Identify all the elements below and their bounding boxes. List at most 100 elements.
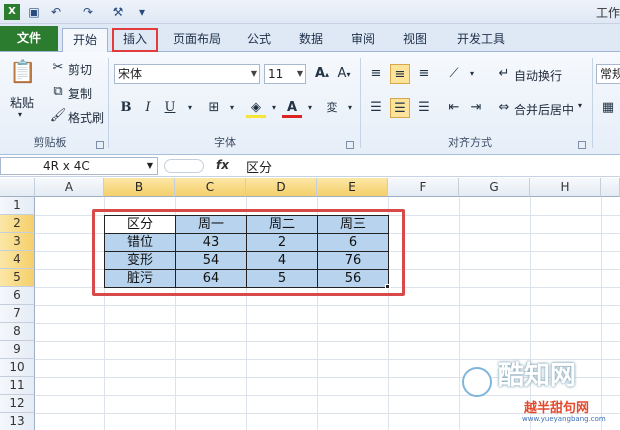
tools-icon[interactable]: ⚒ <box>110 4 126 20</box>
paste-dropdown-icon[interactable]: ▾ <box>18 110 22 119</box>
align-center-icon[interactable]: ☰ <box>390 98 410 118</box>
undo-icon[interactable]: ↶ <box>48 4 64 20</box>
font-color-dropdown-icon[interactable]: ▾ <box>300 98 320 118</box>
align-left-icon[interactable]: ☰ <box>366 98 386 118</box>
row-header-7[interactable]: 7 <box>0 305 35 323</box>
paste-icon[interactable]: 📋 <box>8 58 38 88</box>
group-separator <box>360 58 361 148</box>
row-header-1[interactable]: 1 <box>0 197 35 215</box>
copy-icon[interactable]: ⧉ <box>48 82 68 102</box>
row-header-2[interactable]: 2 <box>0 215 35 233</box>
tab-formulas[interactable]: 公式 <box>238 28 280 52</box>
italic-button[interactable]: I <box>138 98 158 118</box>
row-header-12[interactable]: 12 <box>0 395 35 413</box>
grow-font-icon[interactable]: A▴ <box>312 64 332 84</box>
row-header-3[interactable]: 3 <box>0 233 35 251</box>
column-header-b[interactable]: B <box>104 178 175 197</box>
wrap-text-button[interactable]: 自动换行 <box>514 67 562 84</box>
cut-icon[interactable]: ✂ <box>48 58 68 78</box>
row-header-5[interactable]: 5 <box>0 269 35 287</box>
cut-button[interactable]: 剪切 <box>68 61 92 78</box>
tab-developer[interactable]: 开发工具 <box>446 28 516 52</box>
font-name-value: 宋体 <box>118 67 143 81</box>
row-header-6[interactable]: 6 <box>0 287 35 305</box>
name-box-dropdown-icon[interactable]: ▼ <box>147 158 153 174</box>
group-separator <box>108 58 109 148</box>
font-size-combo[interactable]: 11 ▼ <box>264 64 306 84</box>
orientation-icon[interactable]: ⟋ <box>444 64 464 84</box>
grid-line <box>35 323 620 324</box>
formula-input[interactable]: 区分 <box>246 157 272 176</box>
underline-button[interactable]: U <box>160 98 180 118</box>
customize-qat-icon[interactable]: ▾ <box>134 4 150 20</box>
select-all-corner[interactable] <box>0 178 35 197</box>
row-header-4[interactable]: 4 <box>0 251 35 269</box>
row-header-13[interactable]: 13 <box>0 413 35 430</box>
column-header-h[interactable]: H <box>530 178 601 197</box>
align-bottom-icon[interactable]: ≡ <box>414 64 434 84</box>
font-launcher-icon[interactable] <box>346 141 354 149</box>
column-header-c[interactable]: C <box>175 178 246 197</box>
underline-dropdown-icon[interactable]: ▾ <box>180 98 200 118</box>
clipboard-group-label: 剪贴板 <box>33 136 67 149</box>
merge-center-button[interactable]: 合并后居中 <box>514 101 574 118</box>
column-header-a[interactable]: A <box>35 178 104 197</box>
tab-file[interactable]: 文件 <box>0 26 58 51</box>
paste-button[interactable]: 粘贴 <box>10 94 34 111</box>
row-header-9[interactable]: 9 <box>0 341 35 359</box>
tab-home[interactable]: 开始 <box>62 28 108 52</box>
copy-button[interactable]: 复制 <box>68 85 92 102</box>
row-header-10[interactable]: 10 <box>0 359 35 377</box>
phonetic-guide-icon[interactable]: 変 <box>322 98 342 118</box>
watermark-logo-icon <box>462 367 492 397</box>
align-middle-icon[interactable]: ≡ <box>390 64 410 84</box>
tab-view[interactable]: 视图 <box>394 28 436 52</box>
grid-line <box>35 305 620 306</box>
bold-button[interactable]: B <box>116 98 136 118</box>
fill-color-dropdown-icon[interactable]: ▾ <box>264 98 284 118</box>
column-header-g[interactable]: G <box>459 178 530 197</box>
tab-insert[interactable]: 插入 <box>112 28 158 52</box>
name-box[interactable]: 4R x 4C ▼ <box>0 157 158 175</box>
alignment-launcher-icon[interactable] <box>578 141 586 149</box>
phonetic-dropdown-icon[interactable]: ▾ <box>340 98 360 118</box>
redo-icon[interactable]: ↷ <box>80 4 96 20</box>
name-box-value: 4R x 4C <box>43 159 90 173</box>
tab-data[interactable]: 数据 <box>290 28 332 52</box>
chevron-down-icon: ▼ <box>250 69 257 78</box>
borders-icon[interactable]: ⊞ <box>204 98 224 118</box>
font-color-icon[interactable]: A <box>282 98 302 118</box>
watermark-sub: 越半甜句网 <box>524 401 590 416</box>
decrease-indent-icon[interactable]: ⇤ <box>444 98 464 118</box>
row-header-11[interactable]: 11 <box>0 377 35 395</box>
font-size-value: 11 <box>268 67 284 81</box>
font-name-combo[interactable]: 宋体 ▼ <box>114 64 260 84</box>
tab-page-layout[interactable]: 页面布局 <box>166 28 228 52</box>
column-header-f[interactable]: F <box>388 178 459 197</box>
tab-review[interactable]: 审阅 <box>342 28 384 52</box>
format-painter-button[interactable]: 格式刷 <box>68 109 104 126</box>
save-icon[interactable]: ▣ <box>26 4 42 20</box>
column-header-d[interactable]: D <box>246 178 317 197</box>
wrap-text-icon[interactable]: ↵ <box>494 64 514 84</box>
currency-icon[interactable]: ▦ <box>598 98 618 118</box>
fill-color-icon[interactable]: ◈ <box>246 98 266 118</box>
shrink-font-icon[interactable]: A▾ <box>334 64 354 84</box>
column-header-overflow[interactable] <box>601 178 620 197</box>
excel-logo-icon: X <box>4 4 20 20</box>
row-header-8[interactable]: 8 <box>0 323 35 341</box>
align-top-icon[interactable]: ≡ <box>366 64 386 84</box>
increase-indent-icon[interactable]: ⇥ <box>466 98 486 118</box>
format-painter-icon[interactable]: 🖌 <box>48 106 68 126</box>
borders-dropdown-icon[interactable]: ▾ <box>222 98 242 118</box>
number-format-combo[interactable]: 常规 <box>596 64 620 84</box>
merge-center-icon[interactable]: ⇔ <box>494 98 514 118</box>
orientation-dropdown-icon[interactable]: ▾ <box>462 64 482 84</box>
column-header-e[interactable]: E <box>317 178 388 197</box>
insert-function-button[interactable]: fx <box>216 158 229 172</box>
clipboard-launcher-icon[interactable] <box>96 141 104 149</box>
merge-dropdown-icon[interactable]: ▾ <box>578 101 582 110</box>
grid-line <box>35 341 620 342</box>
align-right-icon[interactable]: ☰ <box>414 98 434 118</box>
group-separator <box>592 58 593 148</box>
